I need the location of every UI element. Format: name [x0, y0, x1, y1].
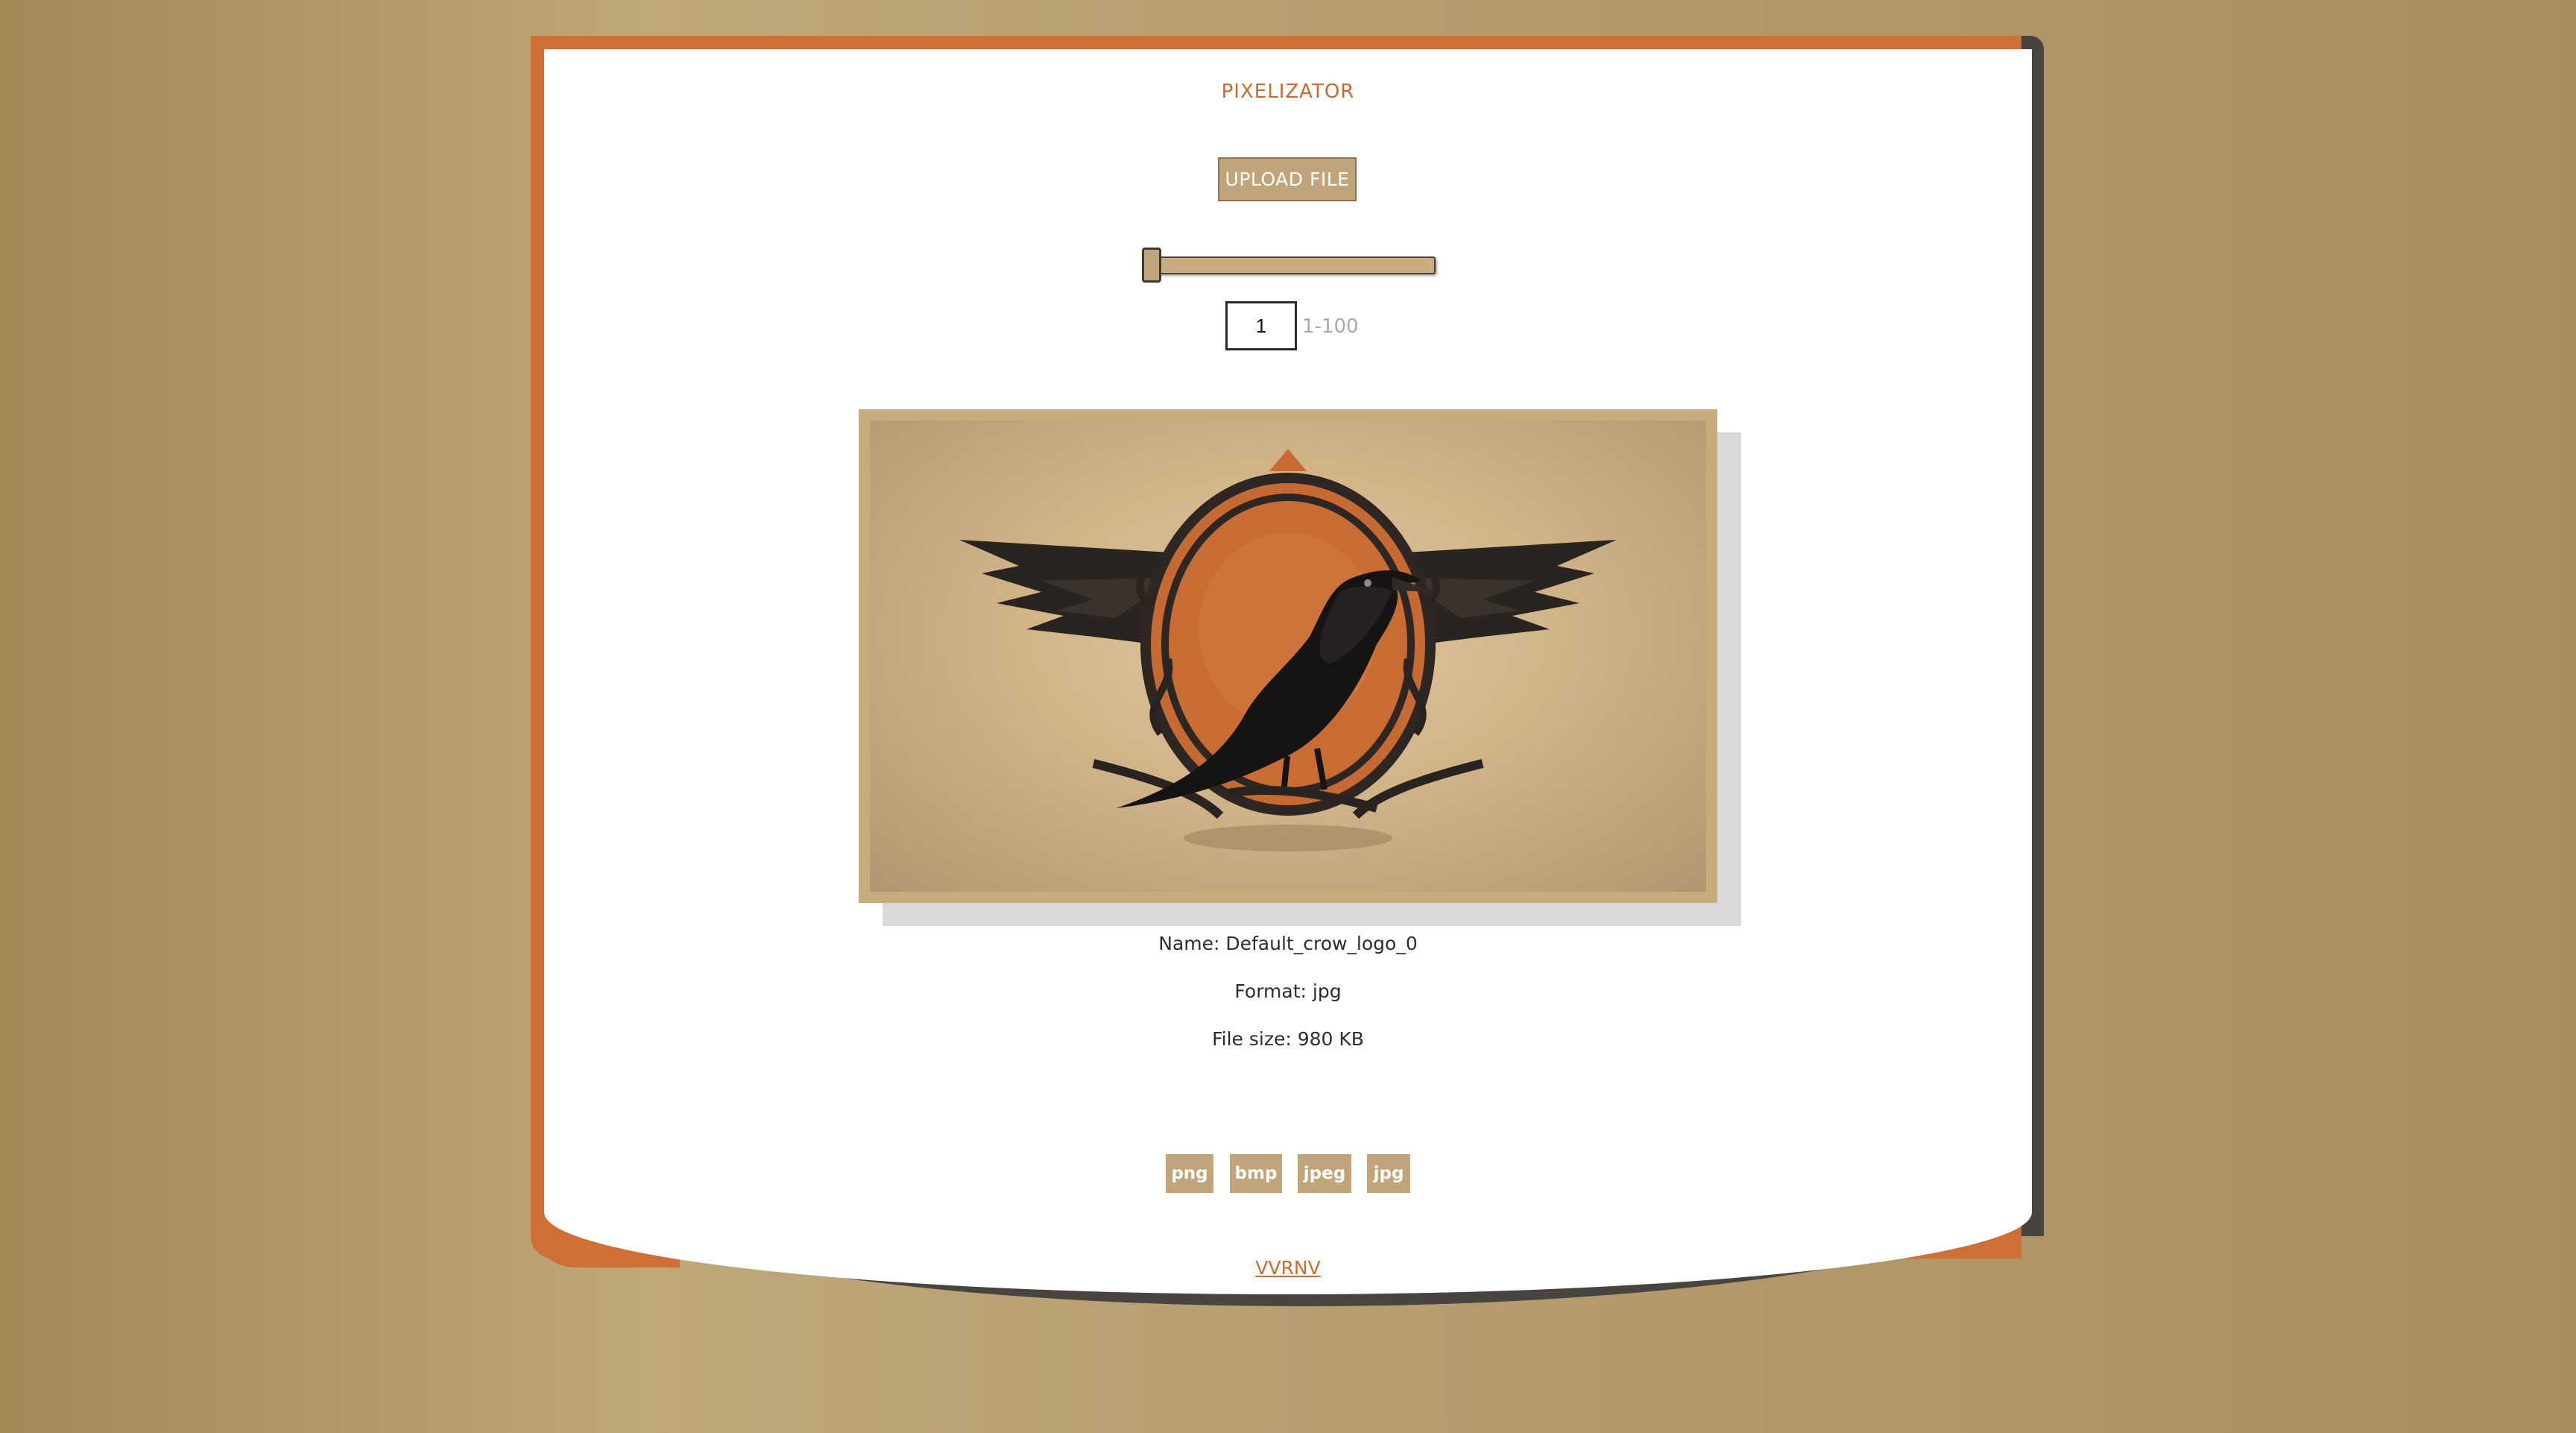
file-name-text: Name: Default_crow_logo_0: [1158, 933, 1418, 954]
crow-emblem-image: [870, 421, 1706, 892]
pixel-size-input[interactable]: [1225, 301, 1297, 350]
app-title: PIXELIZATOR: [1221, 81, 1355, 103]
footer-link[interactable]: VVRNV: [0, 1257, 2576, 1279]
upload-file-button[interactable]: UPLOAD FILE: [1218, 157, 1357, 201]
file-size-text: File size: 980 KB: [1212, 1028, 1364, 1050]
range-hint: 1-100: [1302, 315, 1359, 338]
file-format-text: Format: jpg: [1234, 980, 1342, 1002]
image-preview-frame: [859, 409, 1717, 903]
format-jpg-button[interactable]: jpg: [1367, 1154, 1410, 1193]
format-jpeg-button[interactable]: jpeg: [1298, 1154, 1351, 1193]
slider-handle[interactable]: [1142, 248, 1161, 283]
format-bmp-button[interactable]: bmp: [1230, 1154, 1282, 1193]
pixel-size-slider[interactable]: [1148, 256, 1436, 274]
format-png-button[interactable]: png: [1166, 1154, 1213, 1193]
